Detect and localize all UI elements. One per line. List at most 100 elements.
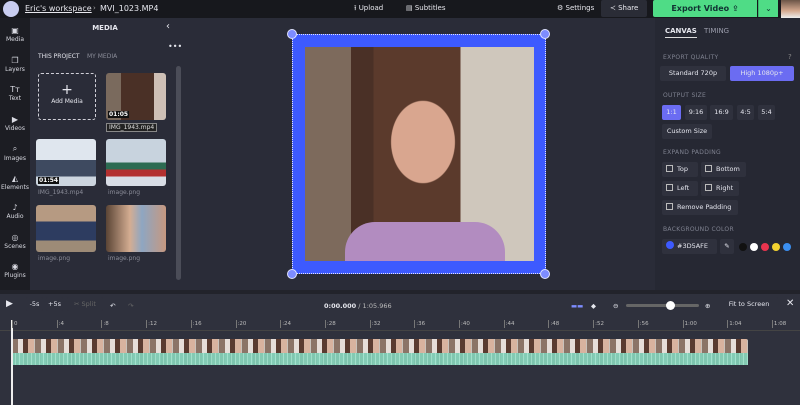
- ruler-tick-label: :56: [637, 320, 649, 328]
- ruler-tick-label: :12: [146, 320, 157, 328]
- sidebar-item-media[interactable]: ▣ Media: [0, 26, 30, 43]
- eyedropper-icon[interactable]: ✎: [720, 239, 734, 254]
- sidebar-item-elements[interactable]: ◭ Elements: [0, 174, 30, 191]
- padding-bottom-checkbox[interactable]: Bottom: [701, 162, 746, 177]
- upload-button[interactable]: ⭱ Upload: [354, 4, 383, 15]
- padding-right-checkbox[interactable]: Right: [701, 181, 739, 196]
- left-nav: ▣ Media ❐ Layers Tт Text ▶ Videos ⌕ Images ◭ Elemen…: [0, 18, 30, 290]
- audio-waveform: [12, 353, 748, 365]
- project-name[interactable]: MVI_1023.MP4: [100, 4, 158, 13]
- sidebar-item-label: Layers: [5, 65, 25, 73]
- tab-canvas[interactable]: CANVAS: [665, 27, 697, 38]
- media-duration: 01:05: [108, 111, 130, 118]
- play-icon[interactable]: ▶: [6, 299, 13, 309]
- media-item[interactable]: 01:54: [36, 139, 96, 186]
- split-button[interactable]: ✂ Split: [67, 297, 103, 311]
- zoom-slider-knob[interactable]: [665, 301, 675, 310]
- padding-left-checkbox[interactable]: Left: [662, 181, 698, 196]
- tab-this-project[interactable]: THIS PROJECT: [38, 53, 80, 60]
- snap-icon[interactable]: ▬▬: [571, 302, 583, 310]
- workspace-link[interactable]: Eric's workspace: [25, 4, 92, 13]
- current-time: 0:00.000: [324, 302, 357, 310]
- canvas-stage: [182, 18, 655, 290]
- size-9-16-button[interactable]: 9:16: [685, 105, 707, 120]
- scenes-icon: ◎: [11, 232, 19, 242]
- zoom-out-icon[interactable]: ⊖: [613, 302, 618, 310]
- sidebar-item-text[interactable]: Tт Text: [0, 85, 30, 102]
- expand-padding-label: EXPAND PADDING: [663, 149, 721, 156]
- tab-timing[interactable]: TIMING: [704, 27, 729, 35]
- subtitles-button[interactable]: ▤ Subtitles: [406, 4, 446, 12]
- custom-size-button[interactable]: Custom Size: [662, 124, 712, 139]
- sidebar-item-audio[interactable]: ♪ Audio: [0, 203, 30, 220]
- media-item[interactable]: [36, 205, 96, 252]
- settings-label: Settings: [565, 4, 595, 12]
- redo-icon[interactable]: ↷: [128, 302, 133, 310]
- ruler-tick-label: 1:08: [771, 320, 787, 328]
- collapse-panel-icon[interactable]: ‹: [166, 21, 170, 32]
- user-avatar[interactable]: [781, 0, 800, 18]
- sidebar-item-scenes[interactable]: ◎ Scenes: [0, 233, 30, 250]
- breadcrumb-separator: ›: [93, 4, 96, 12]
- quality-1080p-button[interactable]: High 1080p+: [730, 66, 794, 81]
- sidebar-item-label: Media: [5, 36, 25, 43]
- media-scrollbar[interactable]: [176, 66, 181, 280]
- swatch-red[interactable]: [761, 243, 769, 251]
- padding-top-checkbox[interactable]: Top: [662, 162, 698, 177]
- more-options-icon[interactable]: •••: [168, 42, 182, 51]
- add-media-label: Add Media: [51, 98, 83, 105]
- settings-button[interactable]: ⚙ Settings: [557, 4, 594, 12]
- remove-padding-label: Remove Padding: [677, 203, 732, 211]
- undo-icon[interactable]: ↶: [110, 302, 115, 310]
- back-5s-button[interactable]: -5s: [26, 297, 43, 311]
- resize-handle[interactable]: [287, 269, 297, 279]
- media-item[interactable]: [106, 139, 166, 186]
- checkbox-icon: [705, 184, 712, 191]
- add-media-button[interactable]: + Add Media: [38, 73, 96, 120]
- top-bar: Eric's workspace › MVI_1023.MP4 ⭱ Upload…: [0, 0, 800, 18]
- size-4-5-button[interactable]: 4:5: [737, 105, 754, 120]
- size-16-9-button[interactable]: 16:9: [710, 105, 733, 120]
- bg-color-picker[interactable]: #3D5AFE: [662, 239, 717, 254]
- media-item-name: image.png: [108, 189, 141, 196]
- canvas-frame[interactable]: [292, 34, 546, 274]
- plus-icon: +: [61, 82, 73, 98]
- media-item-name[interactable]: IMG_1943.mp4: [106, 123, 158, 132]
- video-preview[interactable]: [305, 47, 534, 261]
- swatch-black[interactable]: [739, 243, 747, 251]
- size-1-1-button[interactable]: 1:1: [662, 105, 681, 120]
- export-dropdown-button[interactable]: ⌄: [758, 0, 778, 17]
- export-video-button[interactable]: Export Video ⇪: [653, 0, 757, 17]
- timeline-ruler[interactable]: [0, 318, 800, 331]
- resize-handle[interactable]: [540, 29, 550, 39]
- sidebar-item-plugins[interactable]: ◉ Plugins: [0, 262, 30, 279]
- playhead[interactable]: [11, 320, 13, 405]
- media-item[interactable]: 01:05: [106, 73, 166, 120]
- swatch-blue[interactable]: [783, 243, 791, 251]
- media-item[interactable]: [106, 205, 166, 252]
- forward-5s-button[interactable]: +5s: [46, 297, 63, 311]
- tab-my-media[interactable]: MY MEDIA: [87, 53, 117, 60]
- output-size-label: OUTPUT SIZE: [663, 92, 707, 99]
- zoom-slider[interactable]: [626, 301, 699, 310]
- resize-handle[interactable]: [287, 29, 297, 39]
- close-timeline-icon[interactable]: ✕: [786, 298, 794, 309]
- split-view-icon[interactable]: ◆: [591, 302, 596, 310]
- sidebar-item-layers[interactable]: ❐ Layers: [0, 56, 30, 73]
- swatch-white[interactable]: [750, 243, 758, 251]
- sidebar-item-videos[interactable]: ▶ Videos: [0, 115, 30, 132]
- fit-to-screen-button[interactable]: Fit to Screen: [720, 297, 778, 312]
- resize-handle[interactable]: [540, 269, 550, 279]
- sidebar-item-images[interactable]: ⌕ Images: [0, 144, 30, 162]
- size-5-4-button[interactable]: 5:4: [758, 105, 775, 120]
- workspace-logo[interactable]: [3, 1, 19, 17]
- remove-padding-checkbox[interactable]: Remove Padding: [662, 200, 738, 215]
- ruler-tick-label: 1:04: [727, 320, 742, 328]
- media-item-name: image.png: [38, 255, 71, 262]
- share-button[interactable]: ≺ Share: [601, 0, 647, 17]
- media-item-name: IMG_1943.mp4: [38, 189, 84, 196]
- quality-720p-button[interactable]: Standard 720p: [660, 66, 726, 81]
- help-icon[interactable]: ?: [788, 53, 792, 61]
- swatch-yellow[interactable]: [772, 243, 780, 251]
- zoom-in-icon[interactable]: ⊕: [705, 302, 710, 310]
